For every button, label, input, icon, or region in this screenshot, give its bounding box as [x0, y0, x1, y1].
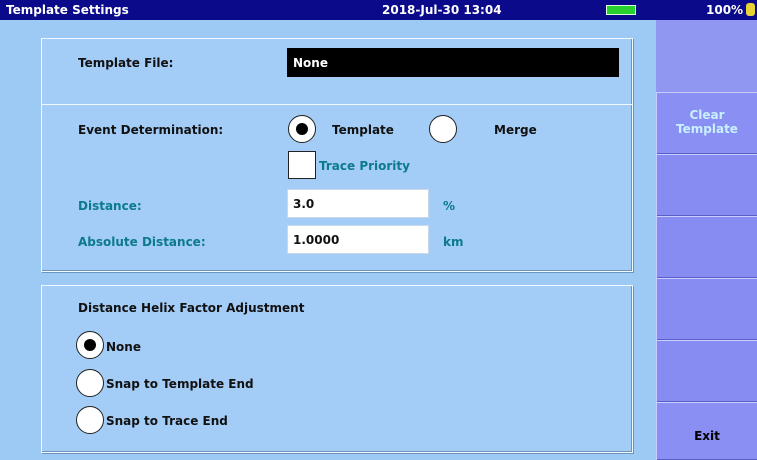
- softkey-3[interactable]: [656, 216, 757, 278]
- radio-snap-template-end[interactable]: [76, 369, 104, 397]
- distance-unit: %: [443, 199, 456, 213]
- radio-merge-label: Merge: [494, 123, 537, 137]
- datetime: 2018-Jul-30 13:04: [382, 3, 502, 17]
- radio-snap-trace-end-label: Snap to Trace End: [106, 414, 228, 428]
- absolute-distance-value: 1.0000: [293, 233, 340, 247]
- softkey-bar: Clear Template Exit: [656, 20, 757, 460]
- softkey-5[interactable]: [656, 340, 757, 402]
- trace-priority-label: Trace Priority: [319, 159, 410, 173]
- absolute-distance-label: Absolute Distance:: [78, 235, 206, 249]
- radio-helix-none[interactable]: [76, 331, 104, 359]
- trace-priority-checkbox[interactable]: [288, 151, 316, 179]
- radio-snap-trace-end[interactable]: [76, 406, 104, 434]
- template-file-field[interactable]: None: [287, 48, 619, 77]
- helix-factor-panel: Distance Helix Factor Adjustment None Sn…: [41, 285, 633, 453]
- title-bar: Template Settings 2018-Jul-30 13:04 100%: [0, 0, 757, 20]
- radio-template[interactable]: [288, 115, 316, 143]
- absolute-distance-input[interactable]: 1.0000: [287, 225, 429, 254]
- clear-template-button[interactable]: Clear Template: [656, 92, 757, 154]
- main-area: Template File: None Event Determination:…: [0, 20, 655, 460]
- power-plug-icon: [746, 3, 755, 16]
- absolute-distance-unit: km: [443, 235, 464, 249]
- radio-selected-dot: [296, 123, 308, 135]
- clear-template-line2: Template: [676, 122, 738, 136]
- template-file-value: None: [293, 56, 328, 70]
- exit-button[interactable]: Exit: [656, 402, 757, 460]
- radio-snap-template-end-label: Snap to Template End: [106, 377, 254, 391]
- radio-template-label: Template: [332, 123, 394, 137]
- event-determination-label: Event Determination:: [78, 123, 224, 137]
- clear-template-line1: Clear: [689, 108, 725, 122]
- window-title: Template Settings: [6, 3, 129, 17]
- exit-label: Exit: [694, 429, 720, 443]
- radio-selected-dot: [84, 339, 96, 351]
- battery-icon: [606, 5, 636, 15]
- event-determination-panel: Event Determination: Template Merge Trac…: [41, 104, 633, 272]
- helix-heading: Distance Helix Factor Adjustment: [78, 301, 305, 315]
- softkey-4[interactable]: [656, 278, 757, 340]
- radio-helix-none-label: None: [106, 340, 141, 354]
- template-file-panel: Template File: None: [41, 38, 633, 110]
- template-file-label: Template File:: [78, 56, 174, 70]
- softkey-2[interactable]: [656, 154, 757, 216]
- distance-value: 3.0: [293, 197, 315, 211]
- distance-input[interactable]: 3.0: [287, 189, 429, 218]
- radio-merge[interactable]: [429, 115, 457, 143]
- distance-label: Distance:: [78, 199, 142, 213]
- battery-percent: 100%: [706, 3, 744, 17]
